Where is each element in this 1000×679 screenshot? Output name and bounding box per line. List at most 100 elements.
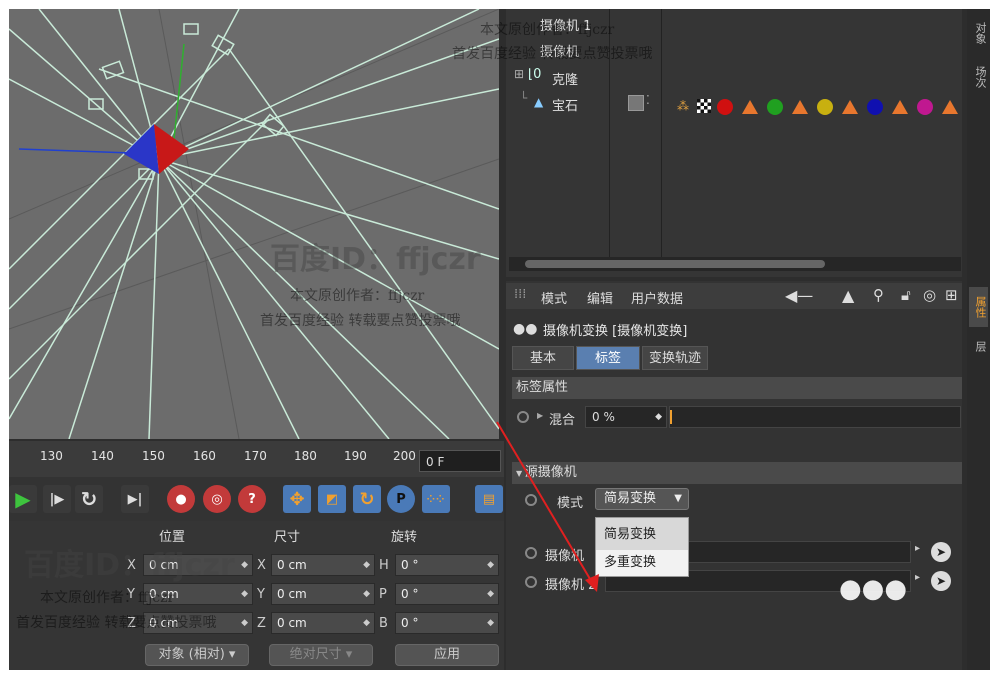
pick-cursor-icon[interactable]: ➤: [931, 542, 951, 562]
mode-dropdown-menu: 简易变换 多重变换: [595, 517, 689, 577]
size-z-field[interactable]: 0 cm ◆: [271, 612, 375, 634]
material-tag-icon[interactable]: [767, 99, 783, 115]
size-y-field[interactable]: 0 cm ◆: [271, 583, 375, 605]
camera-morph-icon: ●●: [513, 321, 538, 337]
help-key-icon[interactable]: ?: [238, 485, 266, 513]
material-triangle-icon[interactable]: [792, 100, 808, 114]
side-tab-attributes[interactable]: 属性: [969, 287, 988, 327]
texture-tag-icon[interactable]: [697, 99, 711, 113]
3d-viewport[interactable]: [9, 9, 499, 439]
material-tag-icon[interactable]: [917, 99, 933, 115]
size-x-field[interactable]: 0 cm ◆: [271, 554, 375, 576]
parameter-icon-label: P: [396, 491, 406, 507]
move-icon[interactable]: ✥: [283, 485, 311, 513]
material-triangle-icon[interactable]: [942, 100, 958, 114]
points-icon[interactable]: ⁘⁘: [422, 485, 450, 513]
annotation-arrow: [496, 421, 599, 592]
play-icon[interactable]: ▶: [9, 485, 37, 513]
menu-userdata[interactable]: 用户数据: [631, 288, 683, 307]
timeline-tick: 150: [142, 449, 165, 463]
watermark-id: 百度ID：ffjczr: [24, 548, 235, 583]
attribute-title: 摄像机变换 [摄像机变换]: [543, 324, 688, 339]
paw-watermark-icon: ●●●: [839, 574, 908, 604]
side-tab-objects[interactable]: 对象: [969, 13, 988, 53]
link-arrow-icon[interactable]: ▸: [915, 543, 920, 554]
dropdown-option-simple[interactable]: 简易变换: [596, 522, 688, 548]
coordinate-mode-select[interactable]: 对象 (相对) ▾: [145, 644, 249, 666]
rotation-axis-label: B: [379, 616, 388, 631]
watermark-id: 百度ID：ffjczr: [270, 242, 481, 277]
attribute-menu-bar: [506, 283, 962, 309]
axis-label: Z: [257, 616, 266, 631]
blend-slider[interactable]: [669, 406, 961, 428]
layer-icon[interactable]: [628, 95, 644, 111]
timeline-tick: 170: [244, 449, 267, 463]
axis-label: Y: [257, 587, 265, 602]
menu-edit[interactable]: 编辑: [587, 288, 613, 307]
cloner-icon: ⌊0: [528, 67, 542, 82]
tab-basic[interactable]: 基本: [512, 346, 574, 370]
visibility-dots-icon[interactable]: ⁚: [646, 93, 650, 107]
mode-select[interactable]: 简易变换 ▼: [595, 488, 689, 510]
rotation-axis-label: H: [379, 558, 389, 573]
material-tag-icon[interactable]: [717, 99, 733, 115]
watermark-line2: 首发百度经验 转载要点赞投票哦: [260, 313, 461, 329]
watermark-line2: 首发百度经验 转载要点赞投票哦: [16, 615, 217, 631]
rotation-header: 旋转: [391, 530, 418, 545]
parameter-icon[interactable]: P: [387, 485, 415, 513]
gem-icon: ▲: [534, 95, 544, 109]
side-tab-layers[interactable]: 层: [969, 331, 988, 361]
rotate-icon[interactable]: ↻: [353, 485, 381, 513]
material-tag-icon[interactable]: [867, 99, 883, 115]
timeline-tick: 180: [294, 449, 317, 463]
scrollbar-thumb[interactable]: [525, 260, 825, 268]
side-tab-takes[interactable]: 场次: [969, 57, 988, 97]
lock-icon[interactable]: 🔓︎: [901, 286, 911, 304]
pick-cursor-icon[interactable]: ➤: [931, 571, 951, 591]
link-arrow-icon[interactable]: ▸: [915, 572, 920, 583]
watermark-line1: 本文原创作者：ffjczr: [40, 590, 175, 606]
step-forward-icon[interactable]: |▶: [43, 485, 71, 513]
object-row[interactable]: ⊞ ⌊0 克隆: [506, 67, 962, 93]
timeline-tick: 200: [393, 449, 416, 463]
horizontal-scrollbar[interactable]: [509, 257, 961, 271]
tag-icon[interactable]: ⁂: [677, 99, 689, 113]
rotation-h-field[interactable]: 0 ° ◆: [395, 554, 499, 576]
autokey-icon[interactable]: ◎: [203, 485, 231, 513]
material-triangle-icon[interactable]: [842, 100, 858, 114]
expand-icon[interactable]: ⊞: [514, 67, 524, 81]
menu-mode[interactable]: 模式: [541, 288, 567, 307]
material-triangle-icon[interactable]: [742, 100, 758, 114]
watermark-line1: 本文原创作者：ffjczr: [480, 22, 615, 38]
grip-icon: ⁞⁞⁞: [514, 287, 527, 302]
tree-line-icon: └: [520, 91, 528, 105]
rotation-axis-label: P: [379, 587, 387, 602]
watermark-line2: 首发百度经验 转载要点赞投票哦: [452, 46, 653, 62]
material-tag-icon[interactable]: [817, 99, 833, 115]
back-arrow-icon[interactable]: ◀—: [785, 286, 813, 305]
watermark-line1: 本文原创作者：ffjczr: [290, 288, 425, 304]
apply-button[interactable]: 应用: [395, 644, 499, 666]
material-triangle-icon[interactable]: [892, 100, 908, 114]
slider-handle[interactable]: [670, 410, 672, 424]
loop-icon[interactable]: ↻: [75, 485, 103, 513]
section-tag-properties: 标签属性: [512, 377, 962, 399]
target-icon[interactable]: ◎: [923, 286, 936, 304]
go-to-end-icon[interactable]: ▶|: [121, 485, 149, 513]
tab-tag[interactable]: 标签: [576, 346, 640, 370]
record-key-icon[interactable]: ●: [167, 485, 195, 513]
size-mode-select[interactable]: 绝对尺寸 ▾: [269, 644, 373, 666]
size-header: 尺寸: [274, 530, 301, 545]
new-panel-icon[interactable]: ⊞: [945, 286, 958, 304]
rotation-p-field[interactable]: 0 ° ◆: [395, 583, 499, 605]
dropdown-option-multi[interactable]: 多重变换: [596, 550, 688, 576]
timeline-tick: 160: [193, 449, 216, 463]
tab-morph-path[interactable]: 变换轨迹: [642, 346, 708, 370]
search-icon[interactable]: ⚲: [873, 286, 884, 304]
up-arrow-icon[interactable]: ▲: [842, 286, 854, 305]
scale-icon[interactable]: ◩: [318, 485, 346, 513]
camera-rays-drawing: [9, 9, 499, 439]
timeline-tick: 190: [344, 449, 367, 463]
axis-label: X: [257, 558, 266, 573]
rotation-b-field[interactable]: 0 ° ◆: [395, 612, 499, 634]
